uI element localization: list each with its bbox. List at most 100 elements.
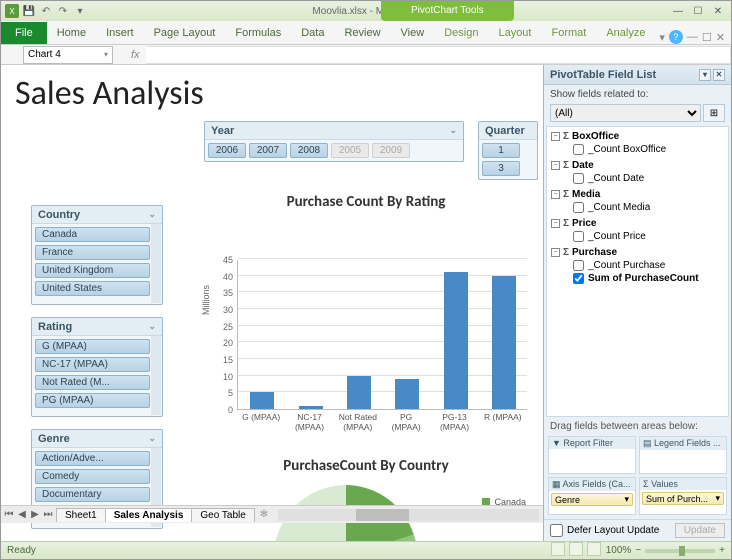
horizontal-scrollbar[interactable] [278,509,539,521]
field-list-close-icon[interactable]: ✕ [713,69,725,81]
slicer-item[interactable]: 2009 [372,143,410,158]
slicer-item[interactable]: 2008 [290,143,328,158]
field-label: _Count Media [588,202,650,213]
slicer-item[interactable]: NC-17 (MPAA) [35,357,150,372]
pie-chart[interactable]: PurchaseCount By Country CanadaFrance [201,457,531,541]
clear-filter-icon[interactable]: ⌄ [449,125,457,136]
field-checkbox[interactable] [573,273,584,284]
tab-layout[interactable]: Layout [488,22,541,44]
slicer-item[interactable]: Documentary [35,487,150,502]
tab-format[interactable]: Format [541,22,596,44]
name-box-dropdown-icon[interactable]: ▾ [104,50,108,59]
new-sheet-icon[interactable]: ✻ [254,509,274,520]
tab-design[interactable]: Design [434,22,488,44]
slicer-scrollbar[interactable] [151,336,161,415]
clear-filter-icon[interactable]: ⌄ [148,209,156,220]
slicer-item[interactable]: United States [35,281,150,296]
slicer-rating[interactable]: Rating⌄ G (MPAA)NC-17 (MPAA)Not Rated (M… [31,317,163,417]
area-legend-fields[interactable]: ▤ Legend Fields ... [639,436,727,474]
tab-insert[interactable]: Insert [96,22,144,44]
tab-formulas[interactable]: Formulas [225,22,291,44]
values-field-chip[interactable]: Sum of Purch...▾ [642,492,724,505]
expand-icon[interactable]: − [551,219,560,228]
slicer-item[interactable]: 2007 [249,143,287,158]
pie-chart-title: PurchaseCount By Country [201,457,531,475]
undo-icon[interactable]: ↶ [39,4,53,18]
expand-icon[interactable]: − [551,132,560,141]
update-button[interactable]: Update [675,523,725,538]
workbook-close-button[interactable]: ✕ [716,31,725,44]
close-button[interactable]: ✕ [709,4,727,18]
area-values[interactable]: Σ Values Sum of Purch...▾ [639,477,727,515]
fx-icon[interactable]: fx [131,49,140,61]
workbook-restore-button[interactable]: ☐ [702,31,712,44]
slicer-scrollbar[interactable] [151,224,161,303]
field-list-dropdown-icon[interactable]: ▾ [699,69,711,81]
view-normal-icon[interactable] [551,542,565,556]
redo-icon[interactable]: ↷ [56,4,70,18]
expand-icon[interactable]: − [551,190,560,199]
formula-input[interactable] [146,46,731,64]
axis-field-chip[interactable]: Genre▾ [551,493,633,506]
clear-filter-icon[interactable]: ⌄ [148,321,156,332]
slicer-quarter[interactable]: Quarter 13 [478,121,538,180]
slicer-item[interactable]: 2005 [331,143,369,158]
qat-dropdown-icon[interactable]: ▾ [73,4,87,18]
expand-icon[interactable]: − [551,248,560,257]
tab-review[interactable]: Review [334,22,390,44]
zoom-in-icon[interactable]: + [719,545,725,556]
layout-options-icon[interactable]: ⊞ [703,104,725,122]
sheet-tab[interactable]: Geo Table [191,508,254,522]
view-page-layout-icon[interactable] [569,542,583,556]
worksheet[interactable]: Sales Analysis Year⌄ 2006200720082005200… [1,65,543,541]
tab-analyze[interactable]: Analyze [596,22,655,44]
slicer-item[interactable]: Action/Adve... [35,451,150,466]
sheet-tab[interactable]: Sheet1 [56,508,106,522]
field-checkbox[interactable] [573,173,584,184]
field-tree[interactable]: −Σ BoxOffice_Count BoxOffice−Σ Date_Coun… [546,126,729,417]
expand-icon[interactable]: − [551,161,560,170]
bar-chart[interactable]: G (MPAA)NC-17 (MPAA)Not Rated (MPAA)PG (… [201,240,531,450]
tab-data[interactable]: Data [291,22,334,44]
clear-filter-icon[interactable]: ⌄ [148,433,156,444]
view-page-break-icon[interactable] [587,542,601,556]
save-icon[interactable]: 💾 [22,4,36,18]
defer-layout-checkbox[interactable] [550,524,563,537]
zoom-slider[interactable] [645,549,715,553]
name-box[interactable]: Chart 4 ▾ [23,46,113,64]
slicer-item[interactable]: PG (MPAA) [35,393,150,408]
related-to-select[interactable]: (All) [550,104,701,122]
slicer-item[interactable]: Not Rated (M... [35,375,150,390]
help-icon[interactable]: ? [669,30,683,44]
workbook-minimize-button[interactable]: — [687,31,698,43]
tab-page-layout[interactable]: Page Layout [144,22,226,44]
area-axis-fields[interactable]: ▦ Axis Fields (Ca... Genre▾ [548,477,636,515]
ribbon-minimize-icon[interactable]: ▾ [659,31,665,44]
slicer-year[interactable]: Year⌄ 20062007200820052009 [204,121,464,162]
file-tab[interactable]: File [1,22,47,44]
slicer-item[interactable]: Canada [35,227,150,242]
zoom-out-icon[interactable]: − [635,545,641,556]
sheet-tab[interactable]: Sales Analysis [105,508,193,522]
minimize-button[interactable]: — [669,4,687,18]
field-checkbox[interactable] [573,260,584,271]
tab-nav-last-icon[interactable]: ⏭ [42,509,54,520]
maximize-button[interactable]: ☐ [689,4,707,18]
tab-home[interactable]: Home [47,22,96,44]
field-checkbox[interactable] [573,144,584,155]
slicer-item[interactable]: United Kingdom [35,263,150,278]
field-checkbox[interactable] [573,231,584,242]
slicer-item[interactable]: 3 [482,161,520,176]
slicer-item[interactable]: 2006 [208,143,246,158]
slicer-country[interactable]: Country⌄ CanadaFranceUnited KingdomUnite… [31,205,163,305]
tab-nav-prev-icon[interactable]: ◀ [16,509,28,520]
area-report-filter[interactable]: ▼ Report Filter [548,436,636,474]
tab-view[interactable]: View [391,22,435,44]
tab-nav-next-icon[interactable]: ▶ [29,509,41,520]
field-checkbox[interactable] [573,202,584,213]
tab-nav-first-icon[interactable]: ⏮ [3,509,15,520]
slicer-item[interactable]: G (MPAA) [35,339,150,354]
slicer-item[interactable]: Comedy [35,469,150,484]
slicer-item[interactable]: 1 [482,143,520,158]
slicer-item[interactable]: France [35,245,150,260]
